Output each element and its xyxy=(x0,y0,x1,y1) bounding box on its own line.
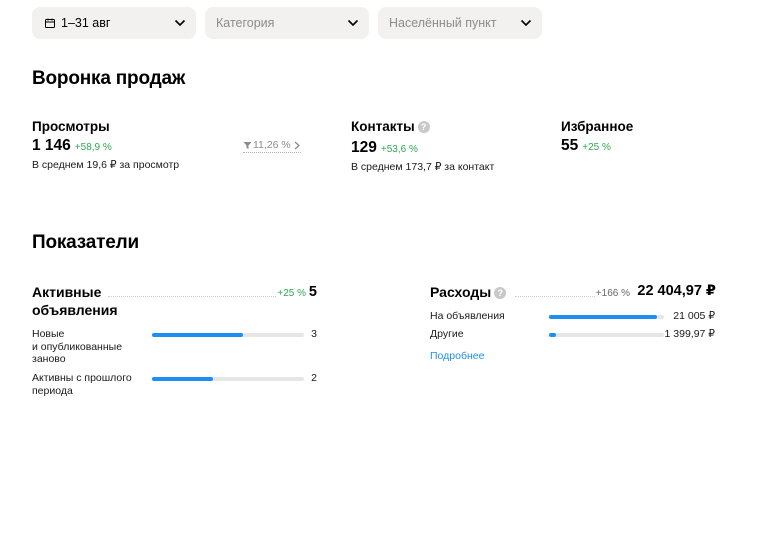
expenses-row-other-label: Другие xyxy=(430,328,464,340)
help-icon[interactable]: ? xyxy=(494,287,507,299)
active-listings-value: 5 xyxy=(308,284,317,300)
location-filter[interactable]: Населённый пункт xyxy=(378,7,542,39)
views-value: 1 146 xyxy=(32,137,71,154)
category-filter[interactable]: Категория xyxy=(205,7,369,39)
active-row-new-label-line: и опубликованные xyxy=(32,340,123,353)
views-label: Просмотры xyxy=(32,119,110,134)
date-filter-value: 1–31 авг xyxy=(61,16,111,30)
active-listings-label-line1: Активные xyxy=(32,284,102,300)
views-delta: +58,9 % xyxy=(74,142,112,153)
expenses-value: 22 404,97 ₽ xyxy=(637,283,716,299)
metrics-title: Показатели xyxy=(32,232,139,253)
expenses-label: Расходы xyxy=(430,284,492,300)
more-details-link[interactable]: Подробнее xyxy=(430,350,484,362)
active-row-prev-value: 2 xyxy=(311,372,317,384)
expenses-row-other-bar-fill xyxy=(549,333,556,337)
active-row-new-bar-fill xyxy=(152,333,244,337)
expenses-row-ads-label: На объявления xyxy=(430,310,505,322)
calendar-icon xyxy=(45,18,55,28)
active-row-new-label: Новые и опубликованные заново xyxy=(32,328,147,366)
views-value-row: 1 146 +58,9 % xyxy=(32,137,112,155)
leader-dots xyxy=(108,296,276,297)
active-row-new-label-line: Новые xyxy=(32,328,65,340)
active-row-prev-label-line: периода xyxy=(32,384,73,397)
date-filter[interactable]: 1–31 авг xyxy=(32,7,196,39)
contacts-label: Контакты xyxy=(351,119,415,134)
funnel-icon xyxy=(243,141,252,149)
expenses-row-ads-value: 21 005 ₽ xyxy=(673,310,715,322)
favorites-label: Избранное xyxy=(561,119,634,134)
conversion-value: 11,26 % xyxy=(253,139,291,151)
leader-dots xyxy=(515,296,595,297)
chevron-right-icon xyxy=(294,141,300,149)
contacts-note: В среднем 173,7 ₽ за контакт xyxy=(351,161,495,173)
active-listings-label-line2: объявления xyxy=(32,302,118,318)
expenses-row-other-value: 1 399,97 ₽ xyxy=(664,328,715,340)
active-row-prev-bar-fill xyxy=(152,377,213,381)
help-icon[interactable]: ? xyxy=(417,121,430,133)
location-filter-placeholder: Населённый пункт xyxy=(389,16,497,30)
expenses-label-row: Расходы? xyxy=(430,283,507,301)
active-row-new-value: 3 xyxy=(311,328,317,340)
contacts-label-row: Контакты? xyxy=(351,119,430,134)
contacts-delta: +53,6 % xyxy=(380,144,418,155)
active-row-prev-label-line: Активны с прошлого xyxy=(32,372,132,384)
chevron-down-icon xyxy=(520,19,532,27)
favorites-value-row: 55 +25 % xyxy=(561,137,611,155)
favorites-delta: +25 % xyxy=(582,142,611,153)
active-row-new-bar xyxy=(152,333,304,337)
active-row-prev-label: Активны с прошлого периода xyxy=(32,372,147,397)
chevron-down-icon xyxy=(174,19,186,27)
active-listings-label: Активные объявления xyxy=(32,283,118,319)
contacts-value-row: 129 +53,6 % xyxy=(351,139,418,157)
active-row-new-label-line: заново xyxy=(32,353,66,365)
category-filter-placeholder: Категория xyxy=(216,16,275,30)
funnel-title: Воронка продаж xyxy=(32,68,186,89)
conversion-link[interactable]: 11,26 % xyxy=(243,139,301,153)
favorites-value: 55 xyxy=(561,137,579,154)
chevron-down-icon xyxy=(347,19,359,27)
contacts-value: 129 xyxy=(351,139,377,156)
active-row-prev-bar xyxy=(152,377,304,381)
views-note: В среднем 19,6 ₽ за просмотр xyxy=(32,159,180,171)
